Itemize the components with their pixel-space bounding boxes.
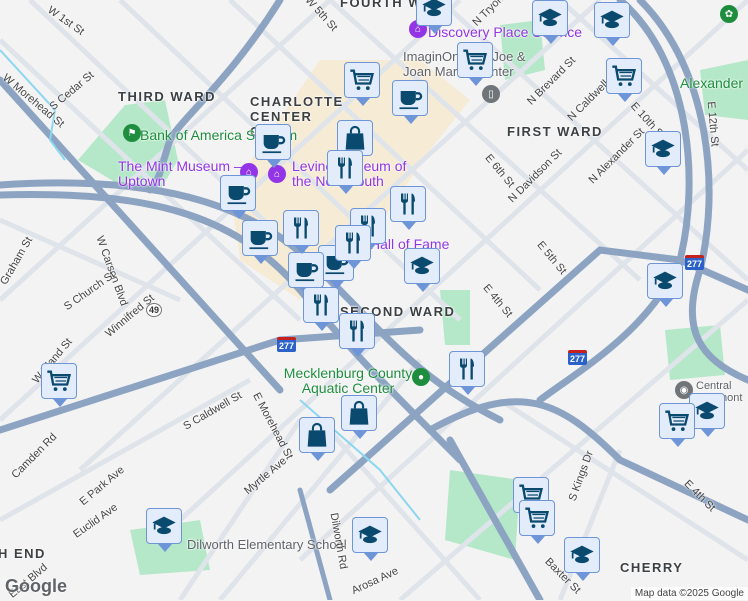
restaurant-marker[interactable] <box>335 225 371 269</box>
school-marker[interactable] <box>645 131 681 175</box>
shopping-cart-icon <box>612 65 636 87</box>
coffee-cup-icon <box>262 135 286 154</box>
cart-marker[interactable] <box>519 500 555 544</box>
graduation-cap-icon <box>651 139 675 158</box>
cafe-marker[interactable] <box>392 80 428 124</box>
shopping-cart-icon <box>350 69 374 91</box>
graduation-cap-icon <box>410 256 434 275</box>
cart-marker[interactable] <box>606 58 642 102</box>
graduation-cap-icon <box>570 545 594 564</box>
fork-knife-icon <box>350 320 364 342</box>
fork-knife-icon <box>338 157 352 179</box>
cafe-marker[interactable] <box>242 220 278 264</box>
coffee-cup-icon <box>295 263 319 282</box>
district-first-ward: FIRST WARD <box>507 124 603 139</box>
cafe-marker[interactable] <box>288 252 324 296</box>
graduation-cap-icon <box>358 525 382 544</box>
school-marker[interactable] <box>564 537 600 581</box>
library-icon[interactable]: ▯ <box>482 85 500 103</box>
district-third-ward: THIRD WARD <box>118 89 217 104</box>
route-49-shield: 49 <box>146 303 163 317</box>
shopping-cart-icon <box>525 507 549 529</box>
cart-marker[interactable] <box>659 403 695 447</box>
aquatic-center-icon[interactable]: ● <box>412 368 430 386</box>
school-marker[interactable] <box>647 263 683 307</box>
graduation-cap-icon <box>600 10 624 29</box>
fork-knife-icon <box>314 294 328 316</box>
map-attribution[interactable]: Map data ©2025 Google <box>630 587 748 600</box>
garden-icon[interactable]: ✿ <box>720 5 738 23</box>
restaurant-marker[interactable] <box>390 186 426 230</box>
park-alexander[interactable]: Alexander <box>680 75 743 91</box>
fork-knife-icon <box>401 193 415 215</box>
park-aquatic-center[interactable]: Mecklenburg County Aquatic Center <box>278 366 418 396</box>
restaurant-marker[interactable] <box>449 351 485 395</box>
restaurant-marker[interactable] <box>339 313 375 357</box>
cart-marker[interactable] <box>41 363 77 407</box>
graduation-cap-icon <box>653 271 677 290</box>
interstate-277-shield: 277 <box>568 350 588 365</box>
cafe-marker[interactable] <box>255 124 291 168</box>
shopping-cart-icon <box>665 410 689 432</box>
school-marker[interactable] <box>416 0 452 34</box>
graduation-cap-icon <box>422 0 446 17</box>
place-dilworth-elementary[interactable]: Dilworth Elementary School <box>187 537 347 552</box>
school-marker[interactable] <box>594 2 630 46</box>
fork-knife-icon <box>294 217 308 239</box>
school-marker[interactable] <box>404 248 440 292</box>
shopping-bag-icon <box>307 422 327 447</box>
graduation-cap-icon <box>695 401 719 420</box>
shopping-cart-icon <box>47 370 71 392</box>
shopping-cart-icon <box>463 49 487 71</box>
school-marker[interactable] <box>352 517 388 561</box>
google-logo: Google <box>5 576 67 596</box>
graduation-cap-icon <box>538 8 562 27</box>
shopping-bag-icon <box>345 125 365 150</box>
restaurant-marker[interactable] <box>283 210 319 254</box>
interstate-277-shield: 277 <box>685 255 705 270</box>
cart-marker[interactable] <box>344 62 380 106</box>
fork-knife-icon <box>346 232 360 254</box>
coffee-cup-icon <box>249 231 273 250</box>
coffee-cup-icon <box>227 186 251 205</box>
stadium-icon[interactable]: ⚑ <box>123 124 141 142</box>
interstate-277-shield: 277 <box>277 337 297 352</box>
cafe-marker[interactable] <box>220 175 256 219</box>
fork-knife-icon <box>460 358 474 380</box>
district-south-end: H END <box>0 546 46 561</box>
restaurant-marker[interactable] <box>303 287 339 331</box>
school-marker[interactable] <box>146 508 182 552</box>
bag-marker[interactable] <box>341 395 377 439</box>
coffee-cup-icon <box>399 91 423 110</box>
cart-marker[interactable] <box>457 42 493 86</box>
restaurant-marker[interactable] <box>327 150 363 194</box>
shopping-bag-icon <box>349 400 369 425</box>
bag-marker[interactable] <box>299 417 335 461</box>
district-cherry: CHERRY <box>620 560 684 575</box>
school-marker[interactable] <box>532 0 568 44</box>
graduation-cap-icon <box>152 516 176 535</box>
